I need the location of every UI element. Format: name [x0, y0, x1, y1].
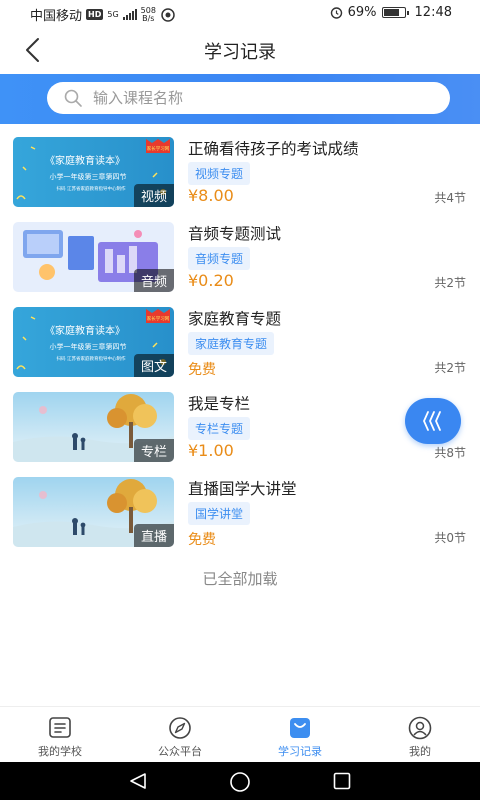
course-thumbnail: 《家庭教育读本》 小学一年级第三章第四节 扫码 江苏省家庭教育指导中心制作 家长… — [13, 307, 174, 377]
course-item[interactable]: 《家庭教育读本》 小学一年级第三章第四节 扫码 江苏省家庭教育指导中心制作 家长… — [0, 130, 480, 215]
course-item[interactable]: 直播 直播国学大讲堂 国学讲堂 免费 共0节 — [0, 470, 480, 555]
course-thumbnail: 音频 — [13, 222, 174, 292]
floating-menu-button[interactable] — [405, 398, 461, 444]
list-end-text: 已全部加载 — [202, 570, 278, 588]
alarm-icon — [330, 7, 342, 19]
school-icon — [49, 717, 71, 738]
book-subtitle-text: 小学一年级第三章第四节 — [50, 172, 127, 181]
title-bar: 学习记录 — [0, 26, 480, 74]
search-band — [0, 74, 480, 124]
type-tag: 图文 — [133, 354, 174, 377]
tab-study-record[interactable]: 学习记录 — [240, 707, 360, 762]
course-title: 直播国学大讲堂 — [188, 480, 297, 498]
tab-label: 公众平台 — [158, 745, 202, 758]
type-tag: 专栏 — [133, 439, 174, 462]
topic-tag: 视频专题 — [188, 162, 251, 185]
compass-icon — [169, 717, 191, 739]
tab-mine[interactable]: 我的 — [360, 707, 480, 762]
book-footer-text: 扫码 江苏省家庭教育指导中心制作 — [57, 355, 126, 362]
search-icon — [64, 89, 82, 107]
user-icon — [408, 716, 432, 740]
book-badge-text: 家长学习网 — [147, 145, 170, 152]
search-input[interactable] — [93, 89, 423, 107]
topic-tag: 音频专题 — [188, 247, 251, 270]
course-thumbnail: 《家庭教育读本》 小学一年级第三章第四节 扫码 江苏省家庭教育指导中心制作 家长… — [13, 137, 174, 207]
bottom-tab-bar: 我的学校 公众平台 学习记录 我的 — [0, 706, 480, 762]
clock: 12:48 — [414, 5, 452, 20]
book-title-text: 《家庭教育读本》 — [45, 324, 125, 337]
lesson-count: 共2节 — [434, 276, 466, 290]
system-nav-bar — [0, 762, 480, 800]
tab-public-platform[interactable]: 公众平台 — [120, 707, 240, 762]
topic-tag: 国学讲堂 — [188, 502, 251, 525]
course-price: ¥1.00 — [188, 441, 234, 460]
carrier-label: 中国移动 — [30, 9, 83, 24]
type-tag: 直播 — [133, 524, 174, 547]
battery-icon — [381, 7, 409, 18]
battery-percent: 69% — [347, 5, 377, 20]
course-title: 正确看待孩子的考试成绩 — [188, 140, 359, 158]
lesson-count: 共4节 — [434, 191, 466, 205]
network-label: 5G — [107, 10, 119, 19]
course-title: 我是专栏 — [188, 395, 251, 413]
type-tag: 视频 — [133, 184, 174, 207]
course-thumbnail: 专栏 — [13, 392, 174, 462]
topic-tag: 专栏专题 — [188, 417, 251, 440]
hd-badge: HD — [86, 9, 104, 20]
course-thumbnail: 直播 — [13, 477, 174, 547]
type-tag: 音频 — [133, 269, 174, 292]
status-right: 69% 12:48 — [330, 5, 452, 20]
tab-label: 我的 — [409, 745, 431, 758]
lesson-count: 共0节 — [434, 531, 466, 545]
book-title-text: 《家庭教育读本》 — [45, 154, 125, 167]
bag-icon — [290, 718, 310, 738]
course-title: 音频专题测试 — [188, 225, 282, 243]
course-item[interactable]: 《家庭教育读本》 小学一年级第三章第四节 扫码 江苏省家庭教育指导中心制作 家长… — [0, 300, 480, 385]
wifi-off-icon — [161, 7, 175, 22]
book-badge-text: 家长学习网 — [147, 315, 170, 322]
topic-tag: 家庭教育专题 — [188, 332, 275, 355]
triple-arrow-icon — [423, 411, 441, 431]
status-bar: 中国移动 HD 5G 508 B/s 69% 12:48 — [0, 0, 480, 26]
nav-home-icon[interactable] — [229, 771, 251, 793]
book-subtitle-text: 小学一年级第三章第四节 — [50, 342, 127, 351]
course-price: 免费 — [188, 532, 216, 548]
nav-recent-icon[interactable] — [333, 772, 351, 790]
status-left: 中国移动 HD 5G 508 B/s — [30, 5, 176, 24]
lesson-count: 共2节 — [434, 361, 466, 375]
tab-my-school[interactable]: 我的学校 — [0, 707, 120, 762]
network-speed: 508 B/s — [141, 6, 156, 23]
lesson-count: 共8节 — [434, 446, 466, 460]
course-item[interactable]: 音频 音频专题测试 音频专题 ¥0.20 共2节 — [0, 215, 480, 300]
book-footer-text: 扫码 江苏省家庭教育指导中心制作 — [57, 185, 126, 192]
course-list: 《家庭教育读本》 小学一年级第三章第四节 扫码 江苏省家庭教育指导中心制作 家长… — [0, 130, 480, 555]
course-price: 免费 — [188, 362, 216, 378]
signal-icon — [122, 9, 137, 20]
tab-label: 学习记录 — [278, 745, 322, 758]
course-title: 家庭教育专题 — [188, 310, 282, 328]
search-box[interactable] — [47, 82, 450, 114]
page-title: 学习记录 — [204, 42, 276, 63]
speed-unit: B/s — [142, 13, 155, 23]
course-price: ¥8.00 — [188, 186, 234, 205]
tab-label: 我的学校 — [38, 745, 82, 758]
nav-back-icon[interactable] — [128, 772, 148, 790]
course-price: ¥0.20 — [188, 271, 234, 290]
